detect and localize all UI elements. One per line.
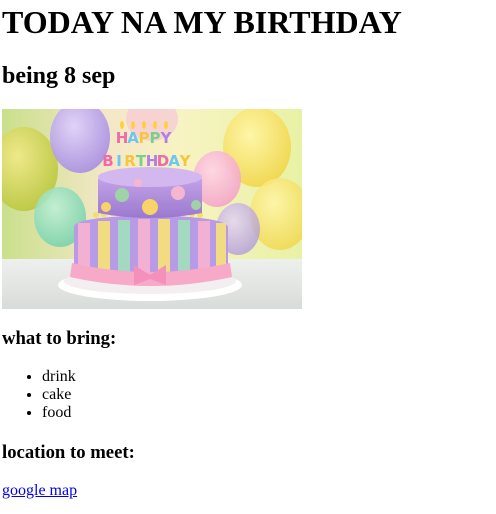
birthday-cake-image: H A P P Y B I R T H D A Y	[2, 109, 302, 309]
candle-letter: R	[124, 152, 136, 170]
candle-letter: Y	[179, 152, 192, 170]
candle-letter: A	[127, 129, 139, 147]
candle-letter: Y	[160, 129, 173, 147]
candle-letter: I	[116, 152, 122, 170]
list-item: food	[42, 404, 76, 422]
candle-letter: P	[150, 129, 161, 147]
bring-list: drink cake food	[2, 368, 76, 422]
what-to-bring-heading: what to bring:	[2, 328, 117, 349]
google-map-link[interactable]: google map	[2, 482, 77, 500]
candle-letter: B	[102, 152, 113, 170]
list-item: cake	[42, 386, 76, 404]
page-subtitle: being 8 sep	[2, 63, 116, 89]
list-item: drink	[42, 368, 76, 386]
location-heading: location to meet:	[2, 442, 135, 463]
candle-letter: A	[168, 152, 180, 170]
candle-letter: P	[139, 129, 150, 147]
page-title: TODAY NA MY BIRTHDAY	[2, 4, 402, 40]
